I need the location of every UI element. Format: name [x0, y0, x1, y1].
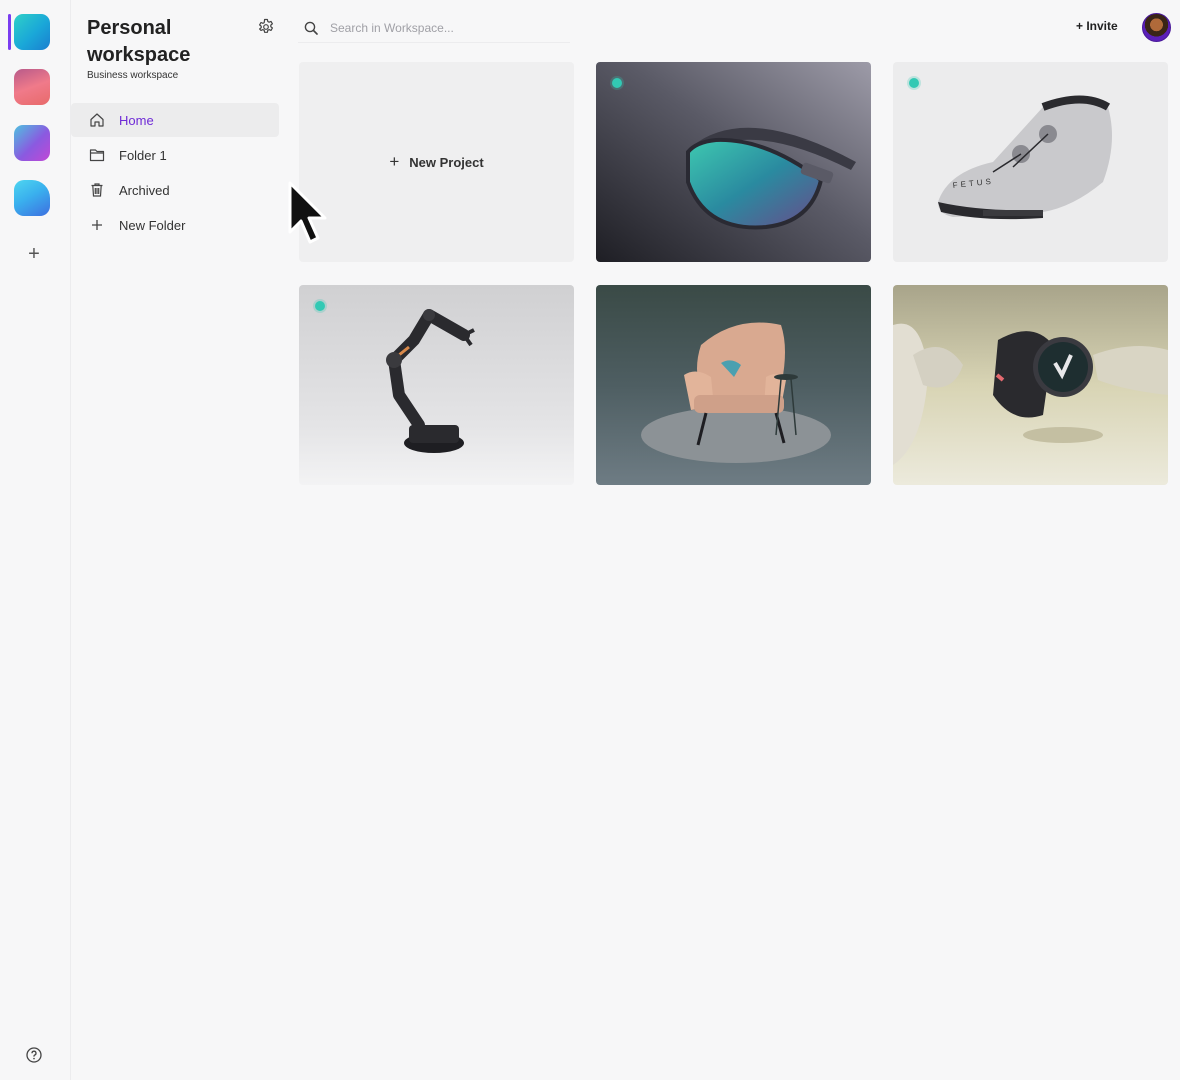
plus-icon: +: [389, 152, 400, 171]
workspace-subtitle: Business workspace: [87, 70, 179, 81]
new-project-card[interactable]: + New Project: [299, 62, 574, 262]
status-dot: [315, 301, 325, 311]
workspace-rail: +: [0, 0, 71, 1080]
new-project-label: New Project: [409, 154, 484, 170]
mouse-cursor-icon: [288, 181, 327, 244]
project-card-sunglasses[interactable]: [596, 62, 871, 262]
sidebar-item-archived[interactable]: Archived: [71, 173, 279, 207]
sidebar-item-folder-1[interactable]: Folder 1: [71, 138, 279, 172]
smartwatch-thumbnail: [893, 285, 1168, 485]
sidebar-item-label: Archived: [119, 182, 170, 198]
folder-icon: [89, 149, 105, 162]
sidebar-item-new-folder[interactable]: New Folder: [71, 208, 279, 242]
search-icon: [304, 21, 318, 35]
sidebar-item-label: Home: [119, 112, 154, 128]
workspace-tile-2[interactable]: [14, 69, 50, 105]
project-card-armchair[interactable]: [596, 285, 871, 485]
search-bar: [298, 14, 570, 43]
project-card-smartwatch[interactable]: [893, 285, 1168, 485]
trash-icon: [91, 183, 103, 197]
help-icon[interactable]: [26, 1047, 42, 1063]
project-card-cycling-shoe[interactable]: FETUS: [893, 62, 1168, 262]
robot-arm-thumbnail: [299, 285, 574, 485]
cycling-shoe-thumbnail: FETUS: [938, 95, 1112, 220]
armchair-thumbnail: [596, 285, 871, 485]
invite-button[interactable]: + Invite: [1076, 19, 1118, 37]
sidebar-item-home[interactable]: Home: [71, 103, 279, 137]
search-input[interactable]: [328, 20, 562, 36]
workspace-tile-1[interactable]: [8, 14, 50, 50]
sunglasses-thumbnail: [596, 62, 871, 262]
workspace-tile-4[interactable]: [14, 180, 50, 216]
status-dot: [612, 78, 622, 88]
status-dot: [909, 78, 919, 88]
sidebar-item-label: New Folder: [119, 217, 186, 233]
home-icon: [90, 113, 104, 127]
plus-icon: [92, 220, 102, 230]
avatar[interactable]: [1142, 13, 1171, 42]
workspace-title: Personal workspace: [87, 17, 191, 66]
gear-icon[interactable]: [257, 18, 275, 36]
add-workspace-button[interactable]: +: [24, 244, 44, 264]
project-card-robot-arm[interactable]: [299, 285, 574, 485]
sidebar: Personal workspace Business workspace Ho…: [71, 0, 286, 1080]
workspace-tile-3[interactable]: [14, 125, 50, 161]
sidebar-item-label: Folder 1: [119, 147, 167, 163]
